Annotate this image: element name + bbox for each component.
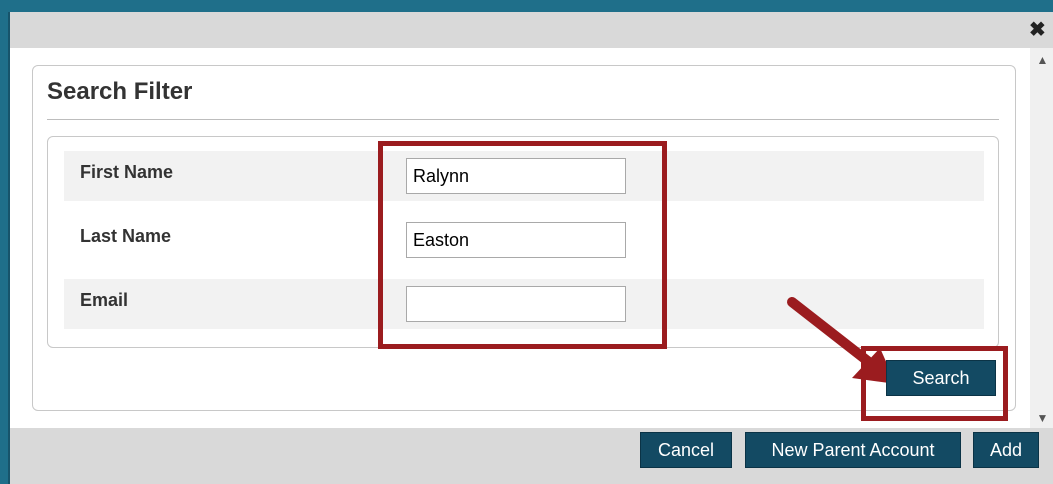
last-name-input[interactable] [406,222,626,258]
email-input[interactable] [406,286,626,322]
panel-divider [47,119,999,120]
search-button[interactable]: Search [886,360,996,396]
scroll-down-icon[interactable]: ▼ [1030,408,1053,428]
dialog-titlebar: ✖ [10,12,1053,48]
dialog-footer: Cancel New Parent Account Add [10,428,1053,484]
dialog-content: Search Filter First Name Last Name Email [10,48,1030,428]
last-name-label: Last Name [80,226,172,246]
first-name-row: First Name [64,151,984,201]
email-row: Email [64,279,984,329]
add-button[interactable]: Add [973,432,1039,468]
first-name-label: First Name [80,162,174,182]
cancel-button[interactable]: Cancel [640,432,732,468]
panel-title: Search Filter [47,78,193,105]
search-dialog: ✖ Search Filter First Name Last Name Ema… [8,12,1053,484]
vertical-scrollbar[interactable]: ▲ ▼ [1030,48,1053,428]
first-name-input[interactable] [406,158,626,194]
filter-fields: First Name Last Name Email [47,136,999,348]
close-icon[interactable]: ✖ [1029,20,1046,40]
email-label: Email [80,290,129,310]
last-name-row: Last Name [64,215,984,265]
new-parent-account-button[interactable]: New Parent Account [745,432,961,468]
search-filter-panel: Search Filter First Name Last Name Email [32,65,1016,411]
scroll-up-icon[interactable]: ▲ [1030,50,1053,70]
